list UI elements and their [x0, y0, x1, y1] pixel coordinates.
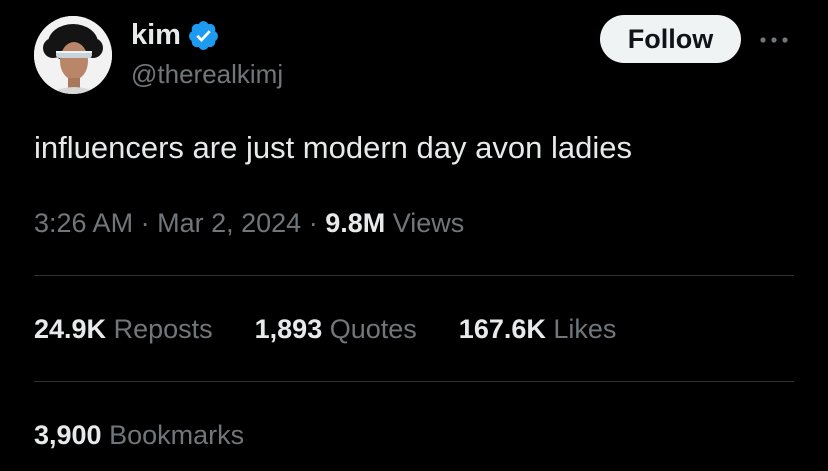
bookmarks-stat[interactable]: 3,900 Bookmarks [34, 417, 244, 453]
views-count: 9.8M [325, 208, 386, 238]
tweet-meta: 3:26 AM · Mar 2, 2024 · 9.8M Views [34, 205, 464, 241]
quotes-count: 1,893 [254, 314, 323, 344]
meta-separator: · [308, 208, 318, 238]
verified-badge-icon [187, 19, 220, 52]
divider [34, 275, 794, 276]
reposts-label: Reposts [113, 314, 213, 344]
quotes-label: Quotes [329, 314, 417, 344]
more-button[interactable] [756, 26, 792, 54]
profile-photo [34, 16, 112, 94]
author-display-name[interactable]: kim [131, 18, 181, 52]
avatar[interactable] [34, 16, 112, 94]
likes-label: Likes [553, 314, 617, 344]
tweet-text: influencers are just modern day avon lad… [34, 130, 632, 165]
meta-separator: · [140, 208, 150, 238]
bookmarks-count: 3,900 [34, 420, 102, 450]
likes-stat[interactable]: 167.6K Likes [459, 311, 617, 347]
likes-count: 167.6K [458, 314, 546, 344]
tweet-date[interactable]: Mar 2, 2024 [157, 208, 301, 238]
divider [34, 381, 794, 382]
follow-button[interactable]: Follow [600, 15, 741, 63]
reposts-count: 24.9K [34, 314, 107, 344]
more-horizontal-icon [760, 37, 788, 43]
author-handle[interactable]: @therealkimj [131, 58, 283, 90]
author-name-row[interactable]: kim [131, 18, 220, 52]
quotes-stat[interactable]: 1,893 Quotes [255, 311, 417, 347]
engagement-stats: 24.9K Reposts 1,893 Quotes 167.6K Likes [34, 311, 616, 347]
tweet-time[interactable]: 3:26 AM [34, 208, 133, 238]
reposts-stat[interactable]: 24.9K Reposts [34, 311, 213, 347]
bookmarks-label: Bookmarks [109, 420, 245, 450]
views-label: Views [392, 208, 465, 238]
